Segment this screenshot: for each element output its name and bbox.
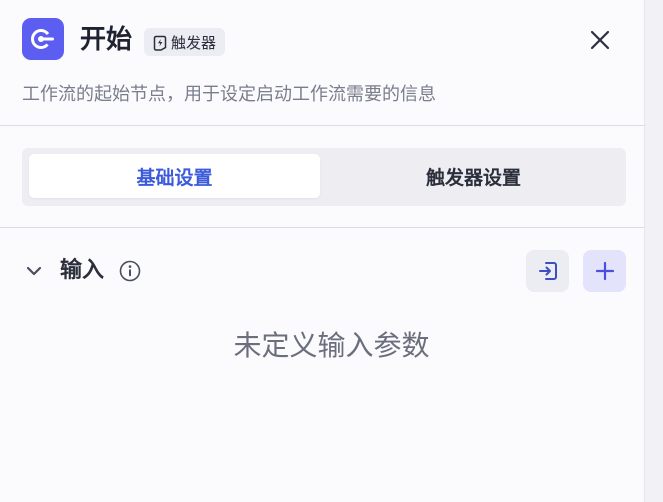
input-section-title: 输入 [60,258,105,283]
info-icon[interactable] [118,259,142,283]
close-icon [590,30,610,50]
close-button[interactable] [586,26,614,54]
tab-basic-settings[interactable]: 基础设置 [29,154,320,198]
import-input-button[interactable] [526,250,569,292]
panel-header: 开始 触发器 工作流的起始节点，用于设定启动工作流需要的信息 [0,0,645,126]
trigger-badge: 触发器 [144,28,226,56]
add-input-button[interactable] [583,250,626,292]
section-divider [0,227,645,228]
settings-tabs: 基础设置 触发器设置 [22,148,626,206]
start-node-settings-panel: 开始 触发器 工作流的起始节点，用于设定启动工作流需要的信息 基础设置 触发器设… [0,0,645,502]
window-edge [645,0,663,502]
node-description: 工作流的起始节点，用于设定启动工作流需要的信息 [22,84,436,105]
input-section-header: 输入 [22,250,626,292]
tab-trigger-settings[interactable]: 触发器设置 [328,154,619,198]
import-icon [538,262,557,280]
empty-input-message: 未定义输入参数 [233,329,430,362]
chevron-down-icon [26,266,42,276]
lightning-icon [152,34,168,51]
node-title: 开始 [80,25,133,55]
collapse-toggle[interactable] [24,261,44,281]
trigger-badge-label: 触发器 [171,33,217,52]
plus-icon [595,261,614,281]
start-node-icon [22,18,64,60]
